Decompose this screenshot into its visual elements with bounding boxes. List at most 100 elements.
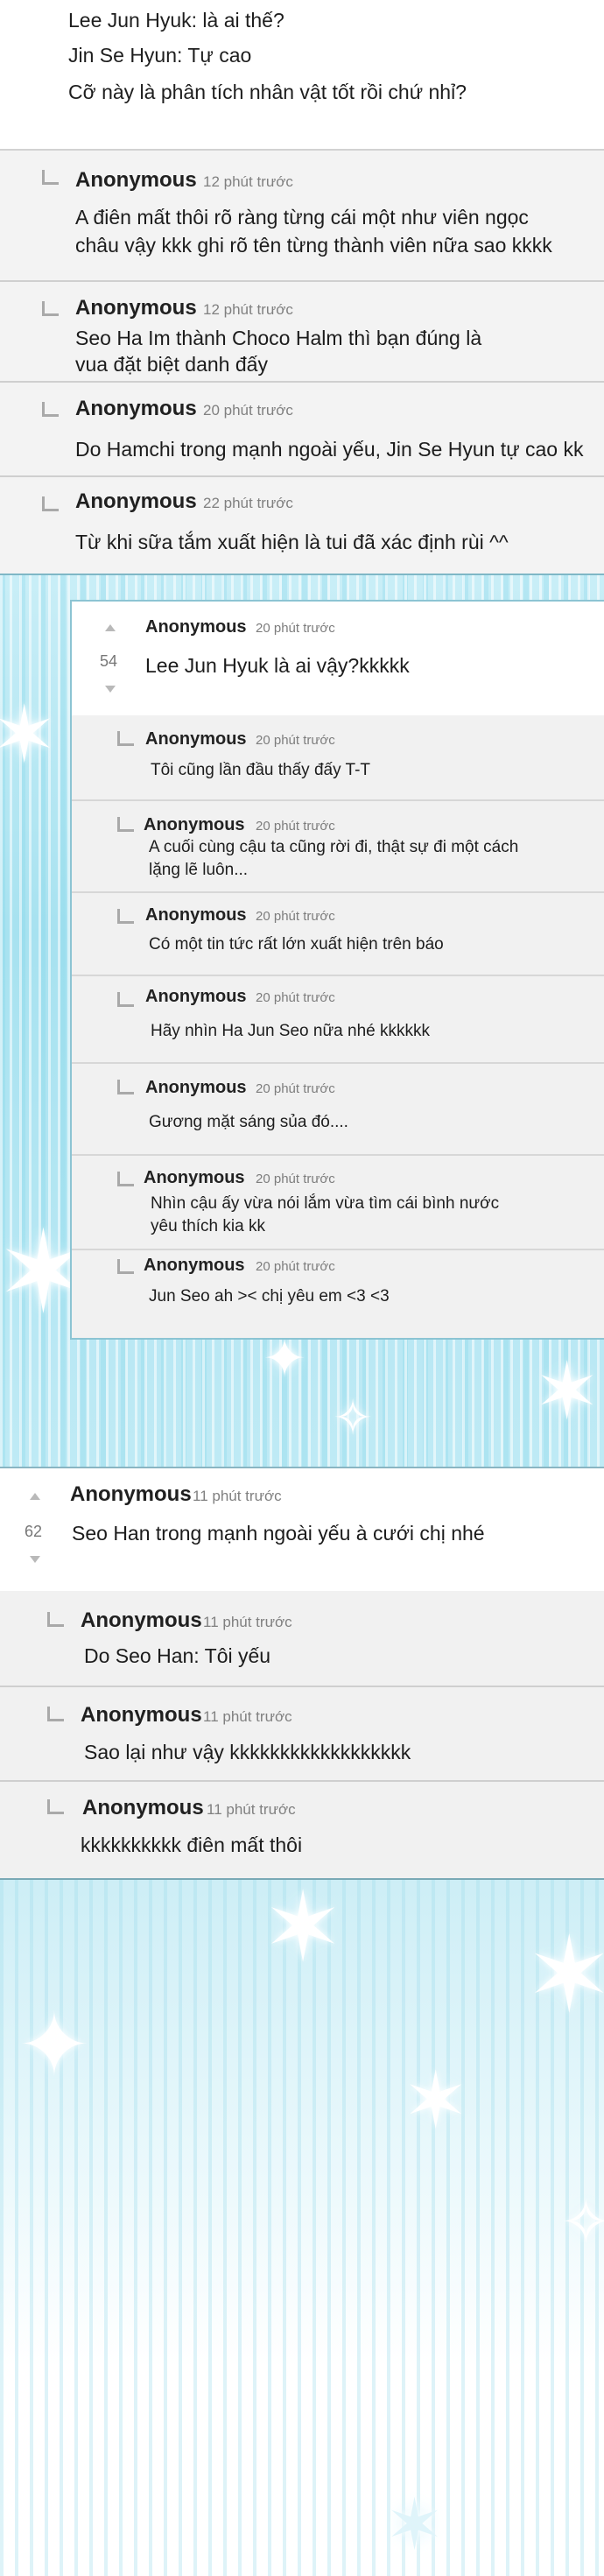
reply-item: Anonymous 20 phút trước Hãy nhìn Ha Jun … — [72, 976, 604, 1064]
comment-time: 20 phút trước — [256, 733, 335, 748]
comment-time: 20 phút trước — [256, 990, 335, 1005]
comment-author[interactable]: Anonymous — [75, 168, 197, 193]
comment-thread: 62 Anonymous 11 phút trước Seo Han trong… — [0, 1467, 604, 1880]
comment-author[interactable]: Anonymous — [145, 905, 247, 926]
reply-item: Anonymous 20 phút trước Jun Seo ah >< ch… — [72, 1250, 604, 1338]
comment-item: Anonymous 12 phút trước Seo Ha Im thành … — [0, 282, 604, 383]
sparkle-icon: ✶ — [385, 2486, 445, 2564]
reply-arrow-icon — [47, 1612, 64, 1627]
comment-thread-panel: 54 Anonymous 20 phút trước Lee Jun Hyuk … — [70, 600, 604, 1340]
downvote-icon[interactable] — [30, 1556, 40, 1563]
reply-arrow-icon — [42, 496, 59, 511]
reply-arrow-icon — [42, 170, 59, 185]
comment-text: Sao lại như vậy kkkkkkkkkkkkkkkkkk — [84, 1741, 411, 1763]
comment-text: Có một tin tức rất lớn xuất hiện trên bá… — [149, 935, 444, 954]
reply-arrow-icon — [47, 1799, 64, 1814]
comment-author[interactable]: Anonymous — [75, 397, 197, 421]
dialogue-line: Jin Se Hyun: Tự cao — [68, 44, 252, 67]
comment-time: 20 phút trước — [256, 1081, 335, 1096]
background-image: ✶ ✶ ✦ ✶ ✧ ✶ — [0, 1874, 604, 2576]
comment-text: A điên mất thôi rõ ràng từng cái một như… — [75, 206, 529, 229]
comment-author[interactable]: Anonymous — [145, 729, 247, 750]
comment-author[interactable]: Anonymous — [81, 1608, 202, 1633]
comment-item: Anonymous 22 phút trước Từ khi sữa tắm x… — [0, 477, 604, 575]
reply-item: Anonymous 20 phút trước Nhìn cậu ấy vừa … — [72, 1156, 604, 1250]
comment-time: 20 phút trước — [256, 1172, 335, 1186]
comment-list: Anonymous 12 phút trước A điên mất thôi … — [0, 149, 604, 575]
comment-time: 12 phút trước — [203, 173, 293, 190]
comment-text: Tôi cũng lần đầu thấy đấy T-T — [151, 761, 371, 779]
upvote-icon[interactable] — [105, 624, 116, 631]
vote-count: 54 — [100, 652, 118, 670]
comment-time: 11 phút trước — [193, 1488, 282, 1504]
reply-arrow-icon — [117, 731, 134, 746]
comment-time: 20 phút trước — [256, 1259, 335, 1274]
comment-time: 11 phút trước — [203, 1708, 292, 1725]
comment-time: 11 phút trước — [207, 1801, 296, 1818]
dialogue-line: Cỡ này là phân tích nhân vật tốt rồi chứ… — [68, 81, 467, 103]
comment-text: Lee Jun Hyuk là ai vậy?kkkkk — [145, 654, 410, 677]
comment-main: 54 Anonymous 20 phút trước Lee Jun Hyuk … — [72, 602, 604, 717]
comment-author[interactable]: Anonymous — [145, 987, 247, 1007]
comment-author[interactable]: Anonymous — [82, 1796, 204, 1820]
comment-text: vua đặt biệt danh đấy — [75, 353, 268, 376]
sparkle-icon: ✶ — [0, 692, 58, 779]
sparkle-icon: ✦ — [18, 1996, 91, 2094]
comment-item: Anonymous 20 phút trước Do Hamchi trong … — [0, 383, 604, 477]
reply-arrow-icon — [47, 1707, 64, 1721]
comment-time: 20 phút trước — [256, 819, 335, 834]
reply-item: Anonymous 11 phút trước Do Seo Han: Tôi … — [0, 1591, 604, 1687]
comment-text: Seo Han trong mạnh ngoài yếu à cưới chị … — [72, 1522, 485, 1545]
sparkle-icon: ✶ — [525, 1917, 604, 2034]
reply-arrow-icon — [42, 402, 59, 417]
reply-item: Anonymous 20 phút trước Gương mặt sáng s… — [72, 1064, 604, 1156]
reply-item: Anonymous 20 phút trước Tôi cũng lần đầu… — [72, 715, 604, 801]
comment-text: Jun Seo ah >< chị yêu em <3 <3 — [149, 1287, 390, 1306]
reply-arrow-icon — [117, 909, 134, 924]
comment-author[interactable]: Anonymous — [81, 1703, 202, 1728]
comment-text: châu vậy kkk ghi rõ tên từng thành viên … — [75, 234, 552, 257]
comment-text: Từ khi sữa tắm xuất hiện là tui đã xác đ… — [75, 531, 509, 553]
comment-time: 12 phút trước — [203, 301, 293, 318]
comment-author[interactable]: Anonymous — [70, 1482, 192, 1507]
downvote-icon[interactable] — [105, 686, 116, 693]
comment-time: 20 phút trước — [256, 621, 335, 636]
comment-author[interactable]: Anonymous — [144, 1168, 245, 1188]
comment-time: 22 phút trước — [203, 495, 293, 511]
upvote-icon[interactable] — [30, 1493, 40, 1500]
sparkle-icon: ✶ — [263, 1874, 344, 1981]
comment-author[interactable]: Anonymous — [75, 489, 197, 514]
comment-text: Hãy nhìn Ha Jun Seo nữa nhé kkkkkk — [151, 1022, 431, 1040]
comment-author[interactable]: Anonymous — [144, 1256, 245, 1276]
comment-author[interactable]: Anonymous — [145, 617, 247, 637]
vote-count: 62 — [25, 1523, 43, 1540]
comment-author[interactable]: Anonymous — [145, 1078, 247, 1098]
comment-text: A cuối cùng cậu ta cũng rời đi, thật sự … — [149, 838, 519, 856]
top-text-block: Lee Jun Hyuk: là ai thế? Jin Se Hyun: Tự… — [0, 0, 604, 149]
sparkle-icon: ✧ — [560, 2188, 604, 2256]
comment-time: 20 phút trước — [256, 909, 335, 924]
comment-time: 20 phút trước — [203, 402, 293, 419]
reply-arrow-icon — [117, 1259, 134, 1274]
sparkle-icon: ✶ — [534, 1348, 600, 1436]
comment-text: Seo Ha Im thành Choco Halm thì bạn đúng … — [75, 327, 482, 349]
comment-text: Gương mặt sáng sủa đó.... — [149, 1113, 348, 1131]
comment-author[interactable]: Anonymous — [144, 815, 245, 835]
comment-text: lặng lẽ luôn... — [149, 861, 249, 879]
reply-arrow-icon — [117, 1080, 134, 1094]
sparkle-icon: ✧ — [333, 1390, 374, 1445]
reply-arrow-icon — [42, 301, 59, 316]
comment-item: Anonymous 12 phút trước A điên mất thôi … — [0, 151, 604, 282]
comment-text: Do Seo Han: Tôi yếu — [84, 1644, 271, 1667]
dialogue-line: Lee Jun Hyuk: là ai thế? — [68, 9, 284, 32]
reply-arrow-icon — [117, 992, 134, 1007]
comment-author[interactable]: Anonymous — [75, 296, 197, 320]
reply-arrow-icon — [117, 817, 134, 832]
reply-item: Anonymous 11 phút trước kkkkkkkkkk điên … — [0, 1782, 604, 1880]
comment-text: yêu thích kia kk — [151, 1217, 265, 1235]
reply-arrow-icon — [117, 1172, 134, 1186]
comment-text: Do Hamchi trong mạnh ngoài yếu, Jin Se H… — [75, 438, 584, 461]
comment-text: Nhìn cậu ấy vừa nói lắm vừa tìm cái bình… — [151, 1194, 500, 1213]
reply-list: Anonymous 20 phút trước Tôi cũng lần đầu… — [72, 715, 604, 1338]
reply-item: Anonymous 11 phút trước Sao lại như vậy … — [0, 1687, 604, 1782]
